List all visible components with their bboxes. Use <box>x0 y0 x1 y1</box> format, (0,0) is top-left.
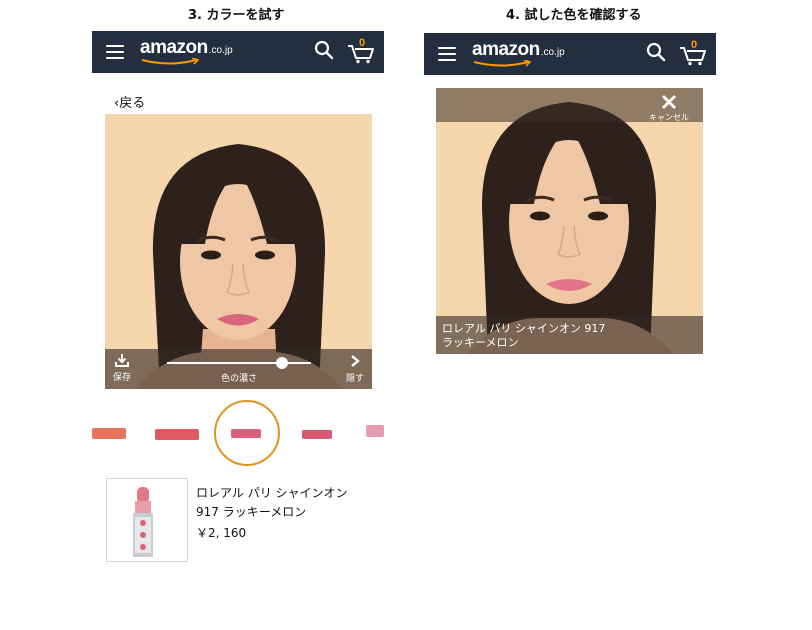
step4-title: 4. 試した色を確認する <box>506 8 642 23</box>
caption-line2: ラッキーメロン <box>442 336 519 349</box>
save-label: 保存 <box>112 373 131 383</box>
cart-count: 0 <box>691 39 698 51</box>
try-on-controls: 保存 色の濃さ 隠す <box>105 349 372 389</box>
header-bar: amazon.co.jp 0 <box>424 33 716 75</box>
close-icon <box>662 95 676 109</box>
lipstick-swatch[interactable] <box>366 425 384 437</box>
hide-button[interactable]: 隠す <box>338 349 372 389</box>
try-on-photo: 保存 色の濃さ 隠す <box>105 114 372 389</box>
cart-icon[interactable]: 0 <box>679 39 707 70</box>
search-icon[interactable] <box>646 42 666 68</box>
lipstick-swatch[interactable] <box>231 429 261 438</box>
lipstick-swatch[interactable] <box>155 429 199 440</box>
amazon-logo[interactable]: amazon.co.jp <box>140 37 233 65</box>
slider-label: 色の濃さ <box>220 374 257 384</box>
saved-photo: キャンセル ロレアル パリ シャインオン 917 ラッキーメロン <box>436 88 703 354</box>
back-link[interactable]: ‹戻る <box>114 92 145 111</box>
header-bar: amazon.co.jp 0 <box>92 31 384 73</box>
cart-count: 0 <box>359 37 366 49</box>
caption-line1: ロレアル パリ シャインオン 917 <box>442 322 606 335</box>
product-caption: ロレアル パリ シャインオン 917 ラッキーメロン <box>436 316 703 354</box>
menu-icon[interactable] <box>438 46 456 62</box>
product-name[interactable]: ロレアル パリ シャインオン 917 ラッキーメロン <box>196 484 366 522</box>
lipstick-product-image <box>133 487 153 557</box>
intensity-slider[interactable] <box>167 362 311 364</box>
slider-thumb[interactable] <box>276 357 289 369</box>
model-face-image <box>436 88 703 354</box>
hide-label: 隠す <box>345 374 364 384</box>
search-icon[interactable] <box>314 40 334 66</box>
save-button[interactable]: 保存 <box>105 349 139 389</box>
step3-title: 3. カラーを試す <box>188 8 285 23</box>
chevron-right-icon <box>351 355 360 367</box>
cancel-label: キャンセル <box>649 113 689 122</box>
lipstick-swatch[interactable] <box>302 430 332 439</box>
menu-icon[interactable] <box>106 44 124 60</box>
amazon-logo[interactable]: amazon.co.jp <box>472 39 565 67</box>
cart-icon[interactable]: 0 <box>347 37 375 68</box>
product-image[interactable] <box>106 478 188 562</box>
lipstick-swatch[interactable] <box>92 428 126 439</box>
cancel-band: キャンセル <box>436 88 703 122</box>
download-icon <box>115 354 129 367</box>
cancel-button[interactable]: キャンセル <box>643 94 695 123</box>
model-face-image <box>105 114 372 389</box>
product-price: ￥2, 160 <box>196 526 247 540</box>
